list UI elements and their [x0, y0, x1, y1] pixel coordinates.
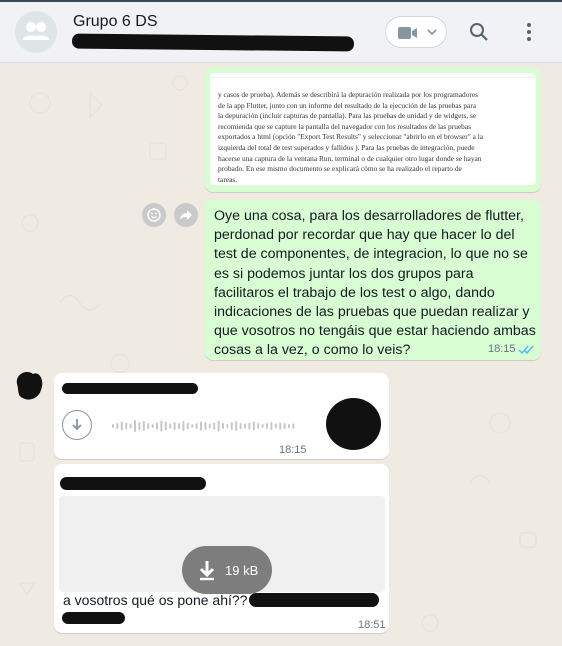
waveform-bar: [151, 424, 154, 428]
waveform-bar: [129, 423, 132, 429]
group-avatar[interactable]: [15, 11, 57, 53]
menu-icon: [527, 23, 531, 41]
waveform-bar: [160, 420, 163, 432]
document-line: exportados a html (opción "Export Test R…: [218, 132, 484, 142]
incoming-voice-message[interactable]: 18:15: [54, 373, 389, 459]
waveform-bar: [186, 422, 189, 430]
waveform-bar: [279, 422, 282, 430]
waveform-bar: [213, 422, 216, 430]
waveform-bar: [173, 422, 176, 430]
waveform-bar: [222, 423, 224, 429]
video-call-icon: [398, 27, 417, 39]
forward-icon: [180, 210, 192, 220]
file-download-button[interactable]: 19 kB: [182, 546, 272, 594]
file-preview[interactable]: 19 kB: [59, 496, 385, 594]
chevron-down-icon: [427, 29, 437, 36]
waveform-bar: [235, 421, 238, 431]
react-button[interactable]: [142, 203, 166, 227]
waveform-bar: [244, 423, 246, 429]
document-line: hacerse una captura de la ventana Run, t…: [218, 153, 482, 163]
chat-area[interactable]: y casos de prueba). Además se describirá…: [0, 63, 562, 646]
waveform-bar: [217, 420, 220, 432]
document-image-message[interactable]: y casos de prueba). Además se describirá…: [205, 67, 541, 192]
waveform-bar: [120, 421, 123, 431]
redacted-voice-avatar: [326, 398, 381, 450]
document-line: tareas.: [218, 174, 238, 184]
waveform-bar: [266, 423, 268, 429]
search-icon: [470, 23, 488, 41]
waveform-bar: [178, 423, 180, 429]
forward-button[interactable]: [174, 203, 198, 227]
waveform-bar: [248, 422, 251, 430]
waveform-bar: [147, 423, 150, 429]
document-line: de la app Flutter, junto con un informe …: [218, 100, 477, 110]
waveform-bar: [230, 422, 233, 430]
waveform-bar: [208, 423, 211, 429]
waveform-bar: [239, 423, 242, 429]
menu-button[interactable]: [514, 17, 544, 47]
file-size: 19 kB: [225, 562, 259, 578]
emoji-icon: [147, 208, 161, 222]
chat-header: Grupo 6 DS: [0, 0, 562, 63]
waveform-bar: [138, 422, 141, 430]
incoming-file-message[interactable]: 19 kB a vosotros qué os pone ahí?? 18:51: [54, 464, 389, 633]
download-icon: [199, 561, 215, 581]
waveform-bar: [288, 424, 290, 428]
waveform-bar: [270, 422, 273, 430]
waveform-bar: [142, 421, 145, 431]
document-line: la depuración (incluir capturas de panta…: [218, 111, 477, 121]
waveform-bar: [134, 420, 136, 432]
document-line: y casos de prueba). Además se describirá…: [218, 90, 479, 99]
voice-download-button[interactable]: [62, 410, 92, 440]
waveform-bar: [125, 422, 128, 430]
waveform-bar: [252, 421, 255, 431]
redacted-caption-line: [62, 612, 125, 624]
waveform-bar: [200, 421, 202, 431]
waveform-bar: [191, 424, 194, 428]
document-line: izquierda del total de test superados y …: [218, 142, 475, 152]
waveform-bar: [169, 423, 172, 429]
redacted-sender-name: [60, 477, 206, 490]
group-avatar-icon: [23, 22, 49, 40]
waveform-bar: [261, 424, 264, 428]
file-caption: a vosotros qué os pone ahí??: [63, 592, 248, 608]
search-button[interactable]: [464, 17, 494, 47]
waveform-bar: [274, 423, 277, 429]
download-icon: [72, 419, 82, 431]
voice-waveform[interactable]: [112, 415, 298, 437]
message-time: 18:15: [488, 343, 516, 355]
document-line: probado. En ese mismo documento se expli…: [218, 164, 462, 174]
waveform-bar: [112, 424, 114, 428]
message-time: 18:15: [279, 444, 307, 456]
redacted-participants: [71, 33, 355, 52]
waveform-bar: [283, 423, 286, 429]
window-top-border: [0, 0, 562, 2]
waveform-bar: [257, 423, 260, 429]
waveform-bar: [116, 423, 119, 429]
outgoing-text-message[interactable]: Oye una cosa, para los desarrolladores d…: [205, 200, 541, 360]
video-call-button[interactable]: [385, 16, 447, 48]
chat-title[interactable]: Grupo 6 DS: [73, 13, 157, 31]
waveform-bar: [164, 421, 167, 431]
message-text: Oye una cosa, para los desarrolladores d…: [214, 208, 536, 359]
waveform-bar: [292, 423, 295, 429]
waveform-bar: [195, 423, 198, 429]
waveform-bar: [226, 424, 229, 428]
waveform-bar: [182, 421, 185, 431]
document-body: y casos de prueba). Además se describirá…: [210, 78, 536, 185]
waveform-bar: [204, 422, 207, 430]
sender-avatar[interactable]: [13, 368, 47, 402]
redacted-sender-name: [62, 383, 198, 394]
message-time: 18:51: [358, 619, 386, 631]
waveform-bar: [156, 422, 158, 430]
document-screenshot[interactable]: y casos de prueba). Además se describirá…: [210, 73, 536, 185]
document-line: recomienda que se capture la pantalla de…: [218, 121, 472, 131]
sender-avatar-redacted: [16, 372, 43, 400]
read-ticks-icon: [518, 345, 534, 355]
redacted-caption-tail: [249, 593, 379, 607]
